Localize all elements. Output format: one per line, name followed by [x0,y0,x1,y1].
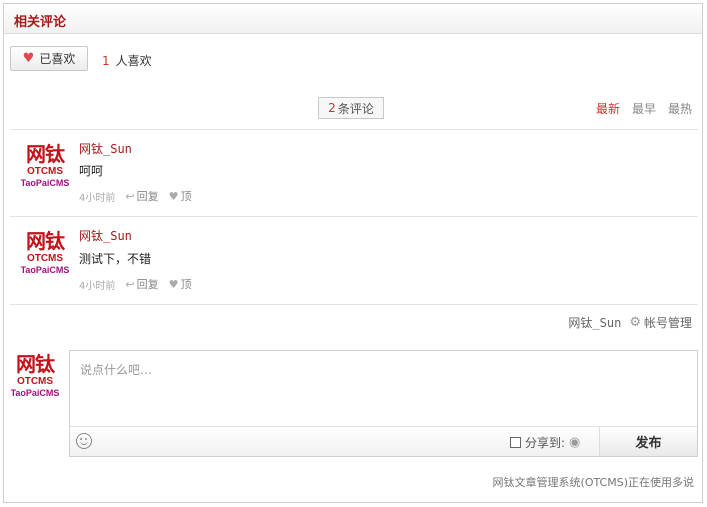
avatar[interactable]: 网钛 OTCMS TaoPaiCMS [20,231,70,285]
avatar[interactable]: 网钛 OTCMS TaoPaiCMS [20,144,70,198]
reply-label: 回复 [136,278,159,291]
upvote-label: 顶 [180,278,192,291]
liked-button-label: 已喜欢 [39,52,76,66]
comment-count-suffix: 条评论 [337,101,374,116]
avatar-logo-brand: TaoPaiCMS [20,265,70,275]
avatar-logo-brand: TaoPaiCMS [20,178,70,188]
avatar-logo-text: 网钛 [26,229,65,253]
sort-newest[interactable]: 最新 [596,100,620,117]
comments-widget: 相关评论 ♥ 已喜欢 1 人喜欢 2 条评论 最新 最早 最热 网钛 OTCMS T… [3,3,703,503]
heart-outline-icon: ♥ [168,189,179,203]
divider [10,129,698,130]
comment-input[interactable] [70,351,697,426]
sort-hottest[interactable]: 最热 [668,100,692,117]
account-bar: 网钛_Sun ⚙ 帐号管理 [568,314,692,331]
powered-by[interactable]: 网钛文章管理系统(OTCMS)正在使用多说 [493,474,694,490]
post-button[interactable]: 发布 [599,427,697,456]
like-count-number: 1 [102,54,110,68]
avatar-logo-subtext: OTCMS [26,166,64,177]
comment-meta: 4小时前 ↩ 回复 ♥ 顶 [79,276,191,292]
reply-label: 回复 [136,190,159,203]
divider [10,304,698,305]
avatar-logo-text: 网钛 [16,352,55,376]
comment-editor: 分享到: ◉ 发布 [69,350,698,457]
avatar-logo-text: 网钛 [26,142,65,166]
comment-text: 测试下，不错 [79,252,152,266]
editor-toolbar: 分享到: ◉ 发布 [70,426,697,456]
avatar-logo-subtext: OTCMS [16,376,54,387]
avatar-logo-subtext: OTCMS [26,253,64,264]
upvote-button[interactable]: ♥ 顶 [169,276,192,292]
comment-text: 呵呵 [79,164,104,178]
avatar-logo-brand: TaoPaiCMS [10,388,60,398]
share-checkbox[interactable] [510,437,521,448]
share-control: 分享到: ◉ [510,434,580,451]
sort-oldest[interactable]: 最早 [632,100,656,117]
account-manage-link[interactable]: ⚙ 帐号管理 [629,314,692,331]
comment-time: 4小时前 [79,192,116,204]
sort-tabs: 最新 最早 最热 [596,100,692,117]
account-username[interactable]: 网钛_Sun [568,314,621,331]
comment-time: 4小时前 [79,280,116,292]
share-label: 分享到: [525,436,566,450]
account-manage-label: 帐号管理 [643,316,692,330]
comment-author[interactable]: 网钛_Sun [79,140,132,157]
reply-button[interactable]: ↩ 回复 [125,276,158,292]
upvote-label: 顶 [180,190,192,203]
comment-count-number: 2 [328,101,336,115]
comment-meta: 4小时前 ↩ 回复 ♥ 顶 [79,188,191,204]
upvote-button[interactable]: ♥ 顶 [169,188,192,204]
heart-outline-icon: ♥ [168,277,179,291]
divider [10,216,698,217]
comment-author[interactable]: 网钛_Sun [79,227,132,244]
liked-button[interactable]: ♥ 已喜欢 [10,46,88,71]
current-user-avatar: 网钛 OTCMS TaoPaiCMS [10,354,60,408]
comment-count-badge: 2 条评论 [318,97,384,119]
reply-icon: ↩ [125,189,135,203]
heart-icon: ♥ [22,51,35,66]
like-count: 1 人喜欢 [102,52,152,69]
section-header: 相关评论 [4,4,702,34]
reply-button[interactable]: ↩ 回复 [125,188,158,204]
weibo-icon[interactable]: ◉ [569,435,580,450]
reply-icon: ↩ [125,277,135,291]
like-count-suffix: 人喜欢 [115,54,152,68]
section-title: 相关评论 [14,15,67,30]
gear-icon: ⚙ [629,315,641,330]
emoji-icon[interactable] [76,433,92,449]
